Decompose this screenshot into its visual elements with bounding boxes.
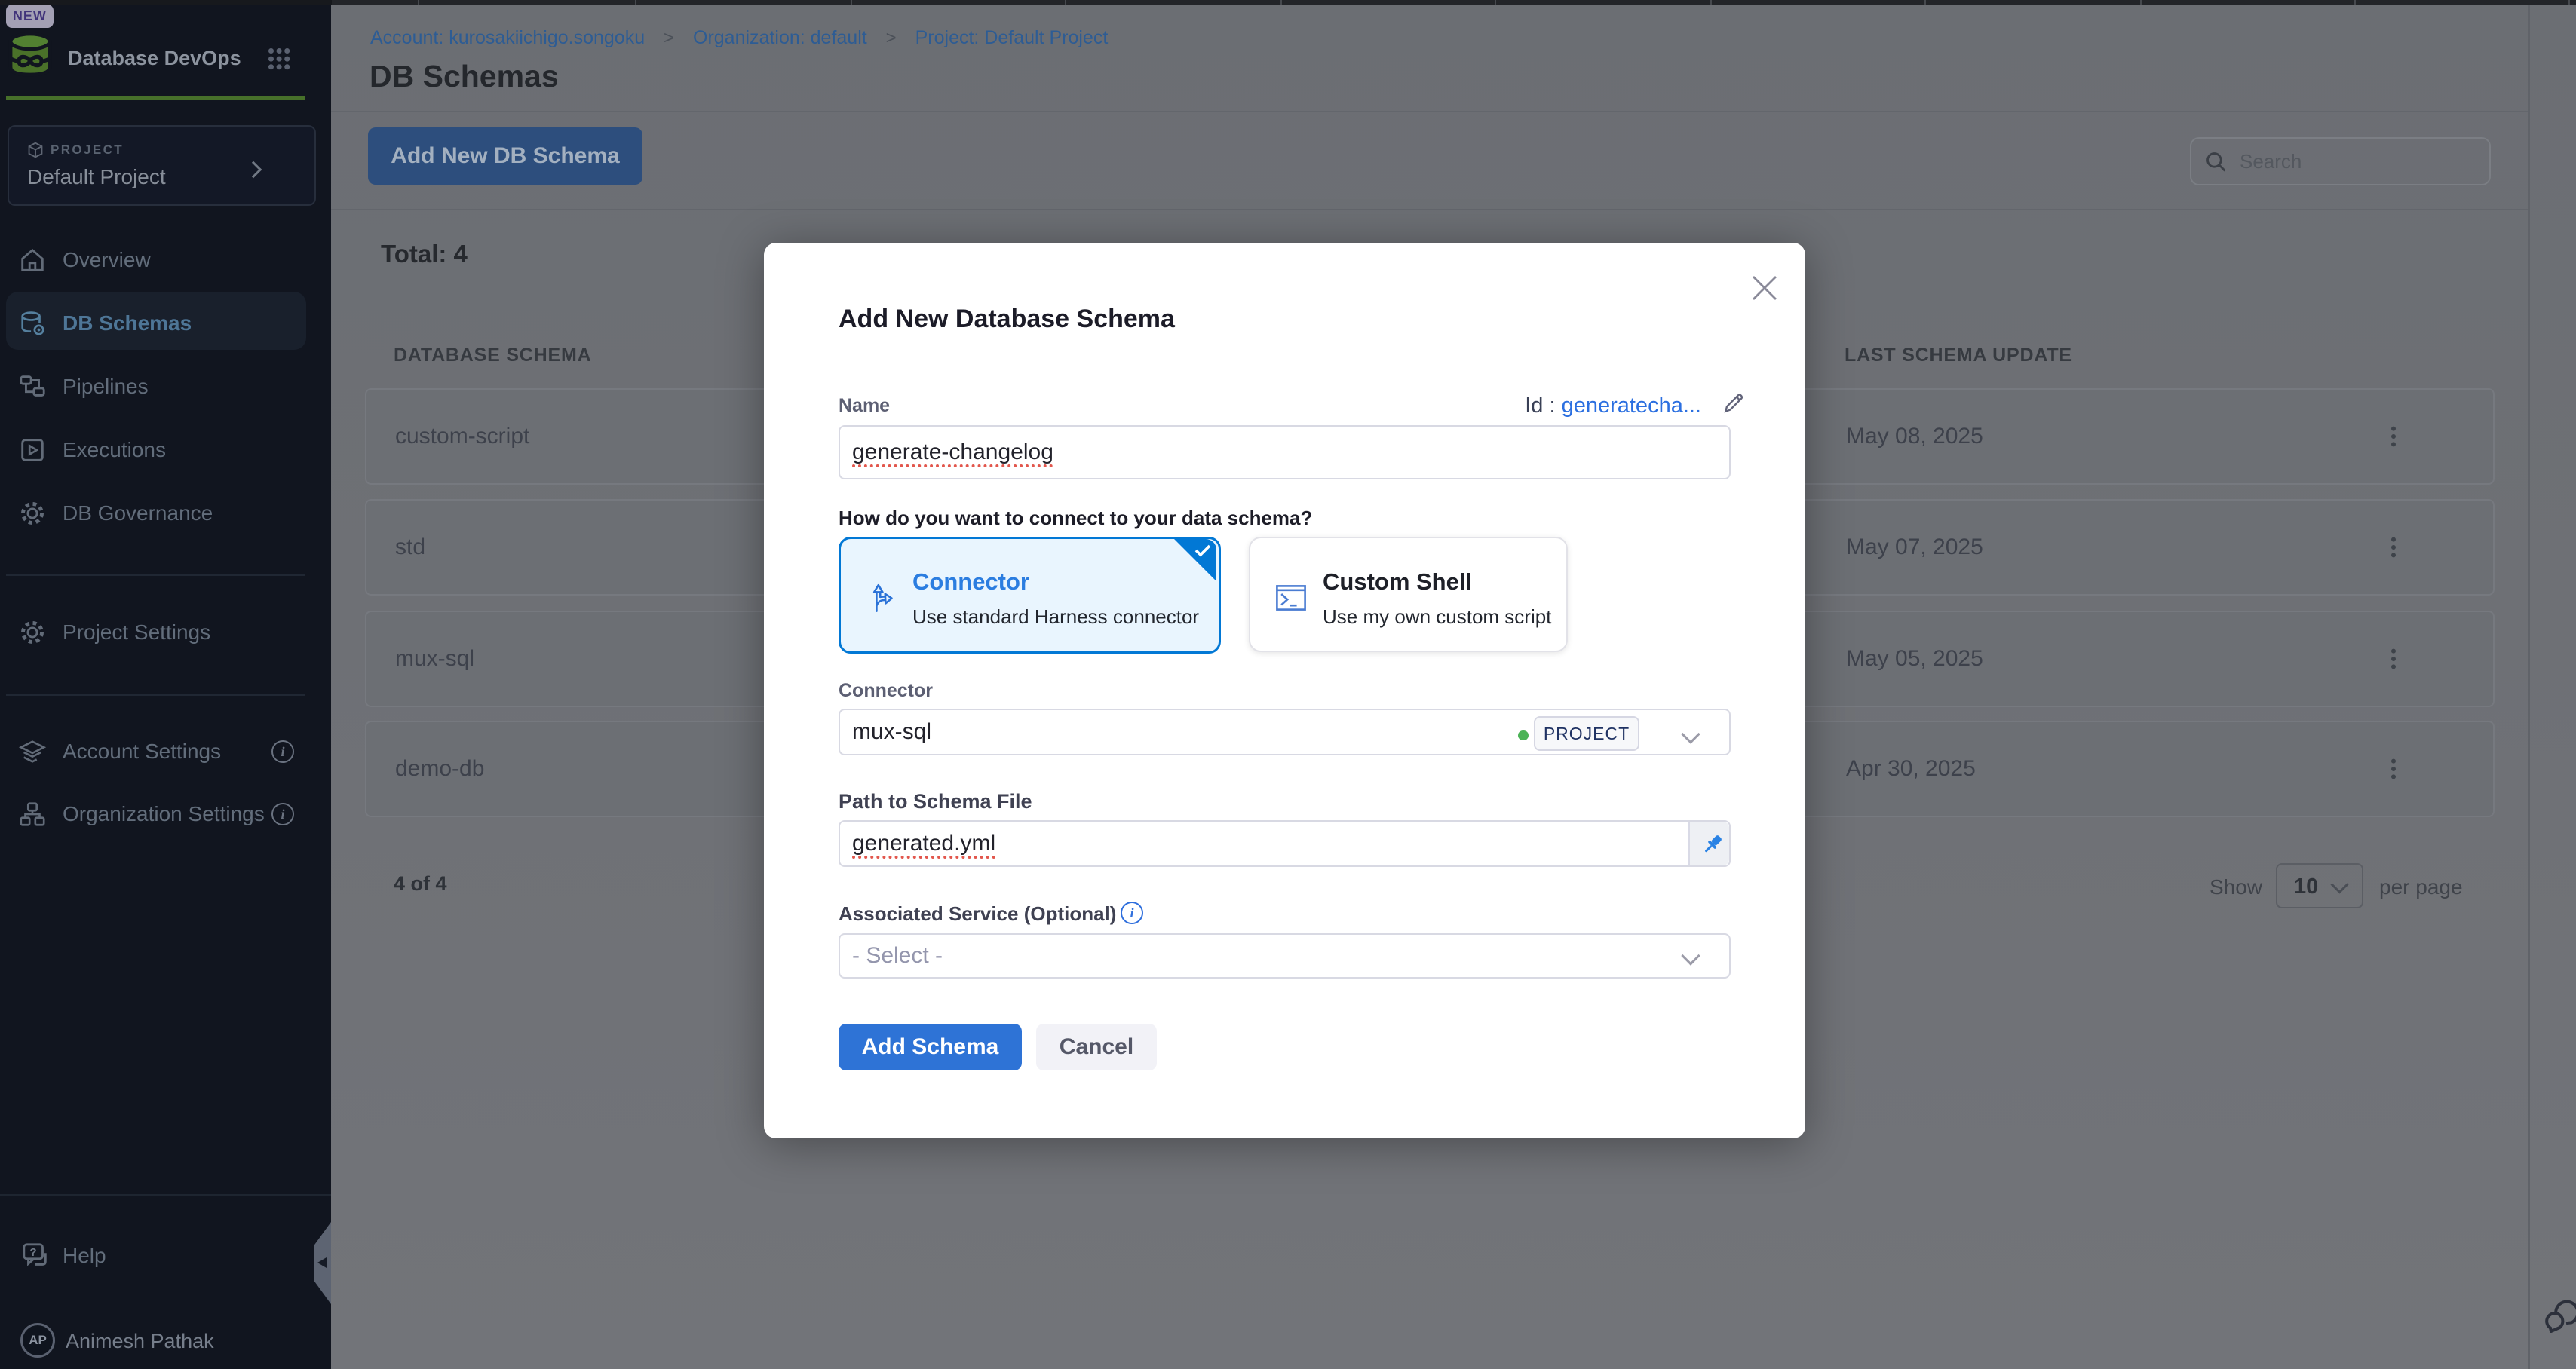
svg-text:?: ? [29, 1246, 36, 1259]
